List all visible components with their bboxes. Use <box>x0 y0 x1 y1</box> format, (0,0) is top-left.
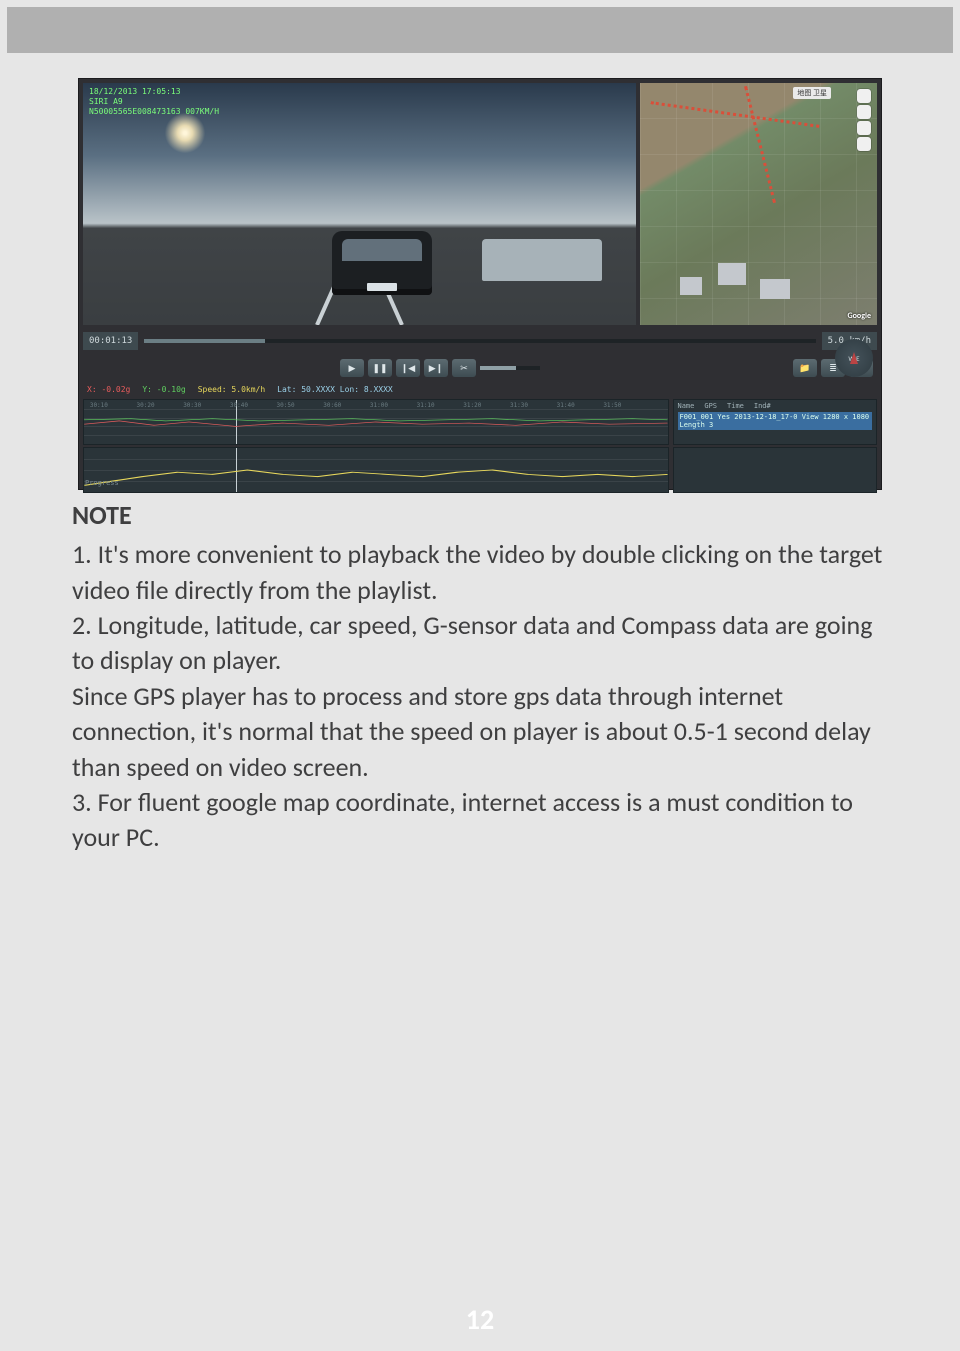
graph-row-speed <box>83 447 877 493</box>
osd-datetime: 18/12/2013 17:05:13 <box>89 87 181 96</box>
telemetry-latlon: Lat: 50.XXXX Lon: 8.XXXX <box>277 385 393 394</box>
telemetry-strip: X: -0.02g Y: -0.10g Speed: 5.0km/h Lat: … <box>87 383 873 395</box>
playlist-empty-box <box>673 447 878 493</box>
graph-tick: 30:50 <box>277 402 295 409</box>
pause-button[interactable]: ❚❚ <box>368 359 392 377</box>
playlist-row-selected[interactable]: F001_001 Yes 2013-12-18_17-0 View 1280 x… <box>678 412 873 430</box>
gsensor-graph[interactable]: 30:10 30:20 30:30 30:40 30:50 30:60 31:0… <box>83 399 669 445</box>
note-item-2b: Since GPS player has to process and stor… <box>72 679 888 785</box>
vehicle-bus <box>482 239 602 281</box>
seek-bar[interactable] <box>144 339 815 343</box>
osd-device: SIRI A9 <box>89 97 123 106</box>
compass-widget: W E <box>835 339 873 377</box>
note-item-2: 2. Longitude, latitude, car speed, G-sen… <box>72 608 888 679</box>
map-pane[interactable]: 地图 卫星 Google <box>640 83 877 325</box>
timecode-display: 00:01:13 <box>83 332 138 350</box>
graph-tick: 31:10 <box>417 402 435 409</box>
graph-tick: 31:40 <box>557 402 575 409</box>
telemetry-x: X: -0.02g <box>87 385 130 394</box>
graph-tick: 31:50 <box>603 402 621 409</box>
map-streetview-icon[interactable] <box>857 105 871 119</box>
map-type-toggle[interactable]: 地图 卫星 <box>793 87 831 99</box>
page-number: 12 <box>0 1302 960 1337</box>
telemetry-y: Y: -0.10g <box>142 385 185 394</box>
graph-tick: 30:20 <box>137 402 155 409</box>
vehicle-car <box>332 231 432 295</box>
google-logo: Google <box>848 311 871 321</box>
note-section: NOTE 1. It's more convenient to playback… <box>72 498 888 856</box>
graph-tick: 30:40 <box>230 402 248 409</box>
snapshot-button[interactable]: ✂ <box>452 359 476 377</box>
col-gps: GPS <box>704 402 717 410</box>
play-button[interactable]: ▶ <box>340 359 364 377</box>
progress-label: Progress <box>85 479 119 487</box>
seek-row: 00:01:13 5.0 km/h <box>83 329 877 353</box>
speed-trace <box>84 448 668 492</box>
col-name: Name <box>678 402 695 410</box>
prev-button[interactable]: ❙◀ <box>396 359 420 377</box>
col-time: Time <box>727 402 744 410</box>
graph-tick: 31:00 <box>370 402 388 409</box>
next-button[interactable]: ▶❙ <box>424 359 448 377</box>
transport-row: ▶ ❚❚ ❙◀ ▶❙ ✂ 📁 ≣ ⟳ <box>79 355 881 381</box>
telemetry-speed: Speed: 5.0km/h <box>198 385 265 394</box>
graph-tick: 31:20 <box>463 402 481 409</box>
note-title: NOTE <box>72 498 888 533</box>
graph-tick: 30:60 <box>323 402 341 409</box>
video-osd-overlay: 18/12/2013 17:05:13 SIRI A9 N50005565E00… <box>89 87 219 117</box>
playlist-header-box: Name GPS Time Ind# F001_001 Yes 2013-12-… <box>673 399 878 445</box>
osd-gps: N50005565E008473163 007KM/H <box>89 107 219 116</box>
map-recenter-button[interactable] <box>857 89 871 103</box>
header-bar <box>7 7 953 53</box>
player-main-row: 18/12/2013 17:05:13 SIRI A9 N50005565E00… <box>83 83 877 325</box>
map-building <box>760 279 790 299</box>
col-index: Ind# <box>754 402 771 410</box>
map-zoom-out-button[interactable] <box>857 137 871 151</box>
gps-player-window: 18/12/2013 17:05:13 SIRI A9 N50005565E00… <box>78 78 882 490</box>
map-controls <box>857 89 871 151</box>
note-item-3: 3. For fluent google map coordinate, int… <box>72 785 888 856</box>
sun-glow <box>163 111 207 155</box>
graph-tick: 30:30 <box>183 402 201 409</box>
map-building <box>718 263 746 285</box>
graph-row-gsensor: 30:10 30:20 30:30 30:40 30:50 30:60 31:0… <box>83 399 877 445</box>
compass-labels: W E <box>848 354 859 363</box>
volume-slider[interactable] <box>480 366 540 370</box>
graph-tick: 30:10 <box>90 402 108 409</box>
video-pane[interactable]: 18/12/2013 17:05:13 SIRI A9 N50005565E00… <box>83 83 636 325</box>
map-building <box>680 277 702 295</box>
open-file-button[interactable]: 📁 <box>793 359 817 377</box>
note-item-1: 1. It's more convenient to playback the … <box>72 537 888 608</box>
map-zoom-in-button[interactable] <box>857 121 871 135</box>
graph-tick: 31:30 <box>510 402 528 409</box>
license-plate <box>367 283 397 291</box>
speed-graph[interactable] <box>83 447 669 493</box>
